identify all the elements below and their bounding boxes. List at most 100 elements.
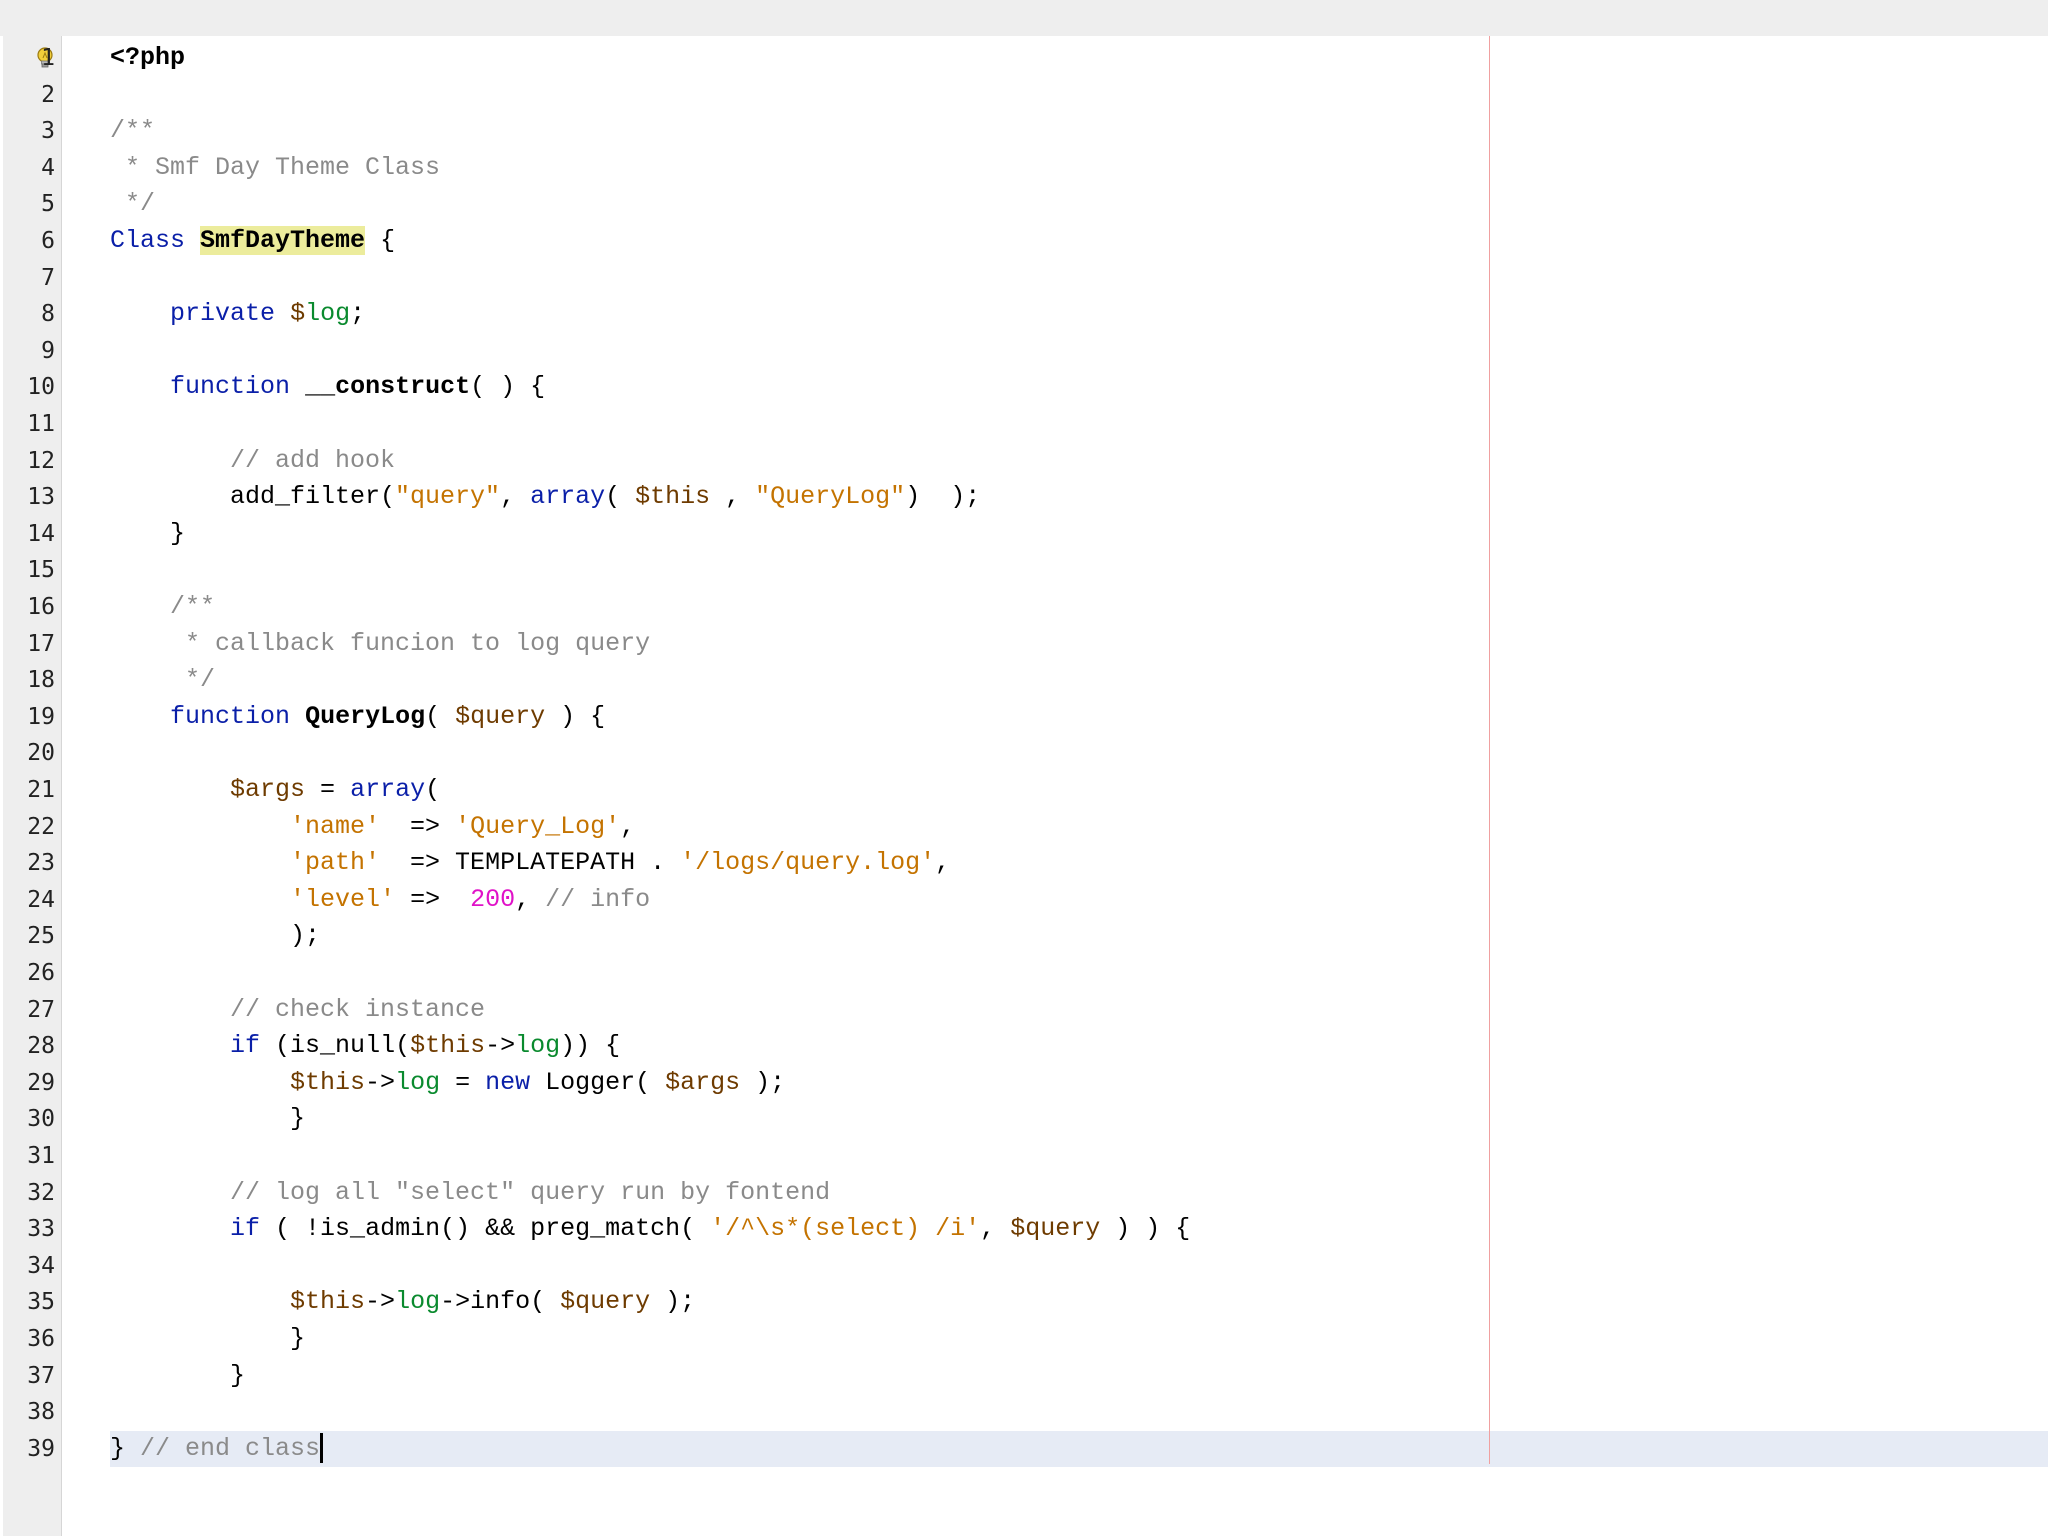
code-line[interactable]: ); — [110, 918, 320, 955]
line-number[interactable]: 15 — [27, 552, 55, 589]
line-number[interactable]: 12 — [27, 443, 55, 480]
line-number[interactable]: 16 — [27, 589, 55, 626]
code-line[interactable]: } — [110, 1358, 245, 1395]
code-line[interactable]: 'level' => 200, // info — [110, 882, 650, 919]
code-token: // check instance — [110, 994, 486, 1024]
code-line[interactable]: } // end class — [110, 1431, 324, 1468]
code-token: ( !is_admin() && preg_match( — [260, 1214, 711, 1244]
line-number[interactable]: 19 — [27, 699, 55, 736]
line-number[interactable]: 36 — [27, 1321, 55, 1358]
line-number[interactable]: 9 — [41, 333, 55, 370]
line-number[interactable]: 38 — [27, 1394, 55, 1431]
code-line[interactable]: /** — [110, 589, 215, 626]
editor-window: 1 2 3 4 5 6 7 8 9 10 11 12 13 14 15 16 17 18 19 20 21 22 23 24 2… — [0, 0, 2048, 1536]
code-line[interactable]: } — [110, 1101, 305, 1138]
code-token: } — [110, 1433, 141, 1463]
code-line[interactable]: $this->log->info( $query ); — [110, 1284, 695, 1321]
code-token: function — [170, 701, 291, 731]
code-line[interactable]: /** — [110, 113, 155, 150]
line-number[interactable]: 18 — [27, 662, 55, 699]
line-number[interactable]: 25 — [27, 918, 55, 955]
code-line[interactable]: * Smf Day Theme Class — [110, 150, 440, 187]
code-line[interactable]: } — [110, 1321, 305, 1358]
code-token: -> — [365, 1067, 396, 1097]
code-line[interactable]: private $log; — [110, 296, 365, 333]
code-token: array — [530, 482, 606, 512]
code-line[interactable]: 'path' => TEMPLATEPATH . '/logs/query.lo… — [110, 845, 950, 882]
code-token: new — [485, 1067, 531, 1097]
code-token: '/logs/query.log' — [680, 848, 936, 878]
code-line[interactable]: Class SmfDayTheme { — [110, 223, 395, 260]
code-token: /** — [110, 116, 156, 146]
line-number[interactable]: 34 — [27, 1248, 55, 1285]
code-token: } — [110, 518, 186, 548]
line-number-gutter[interactable]: 1 2 3 4 5 6 7 8 9 10 11 12 13 14 15 16 17 18 19 20 21 22 23 24 2… — [3, 36, 62, 1536]
line-number[interactable]: 26 — [27, 955, 55, 992]
line-number[interactable]: 13 — [27, 479, 55, 516]
code-token: // end class — [140, 1433, 321, 1463]
code-line[interactable]: add_filter("query", array( $this , "Quer… — [110, 479, 980, 516]
code-line[interactable]: if ( !is_admin() && preg_match( '/^\s*(s… — [110, 1211, 1190, 1248]
code-line[interactable]: // check instance — [110, 992, 485, 1029]
code-token: log — [305, 299, 351, 329]
line-number[interactable]: 4 — [41, 150, 55, 187]
code-line[interactable]: * callback funcion to log query — [110, 626, 650, 663]
line-number[interactable]: 8 — [41, 296, 55, 333]
line-number[interactable]: 2 — [41, 77, 55, 114]
line-number[interactable]: 6 — [41, 223, 55, 260]
code-line[interactable]: $args = array( — [110, 772, 440, 809]
code-line[interactable]: function QueryLog( $query ) { — [110, 699, 605, 736]
code-line[interactable]: */ — [110, 662, 215, 699]
line-number[interactable]: 23 — [27, 845, 55, 882]
line-number[interactable]: 7 — [41, 260, 55, 297]
code-token: private — [170, 299, 276, 329]
code-line[interactable]: function __construct( ) { — [110, 369, 545, 406]
line-number[interactable]: 33 — [27, 1211, 55, 1248]
code-line[interactable]: } — [110, 516, 185, 553]
line-number[interactable]: 37 — [27, 1358, 55, 1395]
code-token: $query — [1010, 1214, 1101, 1244]
line-number[interactable]: 11 — [27, 406, 55, 443]
line-number[interactable]: 32 — [27, 1175, 55, 1212]
line-number[interactable]: 5 — [41, 186, 55, 223]
code-token: ); — [740, 1067, 786, 1097]
code-token: '/^\s*(select) /i' — [710, 1214, 981, 1244]
code-token: ( — [605, 482, 636, 512]
code-token: * Smf Day Theme Class — [110, 152, 441, 182]
code-line[interactable]: // log all "select" query run by fontend — [110, 1175, 830, 1212]
code-line[interactable]: $this->log = new Logger( $args ); — [110, 1065, 785, 1102]
line-number[interactable]: 14 — [27, 516, 55, 553]
code-line[interactable]: */ — [110, 186, 155, 223]
code-line[interactable]: 'name' => 'Query_Log', — [110, 809, 635, 846]
code-token: __construct — [305, 372, 471, 402]
line-number[interactable]: 3 — [41, 113, 55, 150]
code-token: ) { — [545, 701, 606, 731]
code-token: 'path' — [290, 848, 381, 878]
line-number[interactable]: 24 — [27, 882, 55, 919]
line-number[interactable]: 10 — [27, 369, 55, 406]
line-number[interactable]: 39 — [27, 1431, 55, 1468]
line-number[interactable]: 21 — [27, 772, 55, 809]
line-number[interactable]: 17 — [27, 626, 55, 663]
line-number[interactable]: 30 — [27, 1101, 55, 1138]
code-line[interactable]: if (is_null($this->log)) { — [110, 1028, 620, 1065]
line-number[interactable]: 35 — [27, 1284, 55, 1321]
code-token: /** — [110, 592, 216, 621]
line-number[interactable]: 28 — [27, 1028, 55, 1065]
line-number[interactable]: 20 — [27, 735, 55, 772]
line-number[interactable]: 27 — [27, 992, 55, 1029]
code-line[interactable]: <?php — [110, 40, 185, 77]
line-number[interactable]: 22 — [27, 809, 55, 846]
code-token: if — [230, 1214, 261, 1244]
line-number[interactable]: 29 — [27, 1065, 55, 1102]
code-line[interactable]: // add hook — [110, 443, 395, 480]
line-number[interactable]: 1 — [41, 40, 55, 77]
code-token: // add hook — [110, 445, 396, 475]
line-number[interactable]: 31 — [27, 1138, 55, 1175]
code-token: if — [230, 1031, 261, 1061]
code-token: */ — [110, 665, 216, 695]
